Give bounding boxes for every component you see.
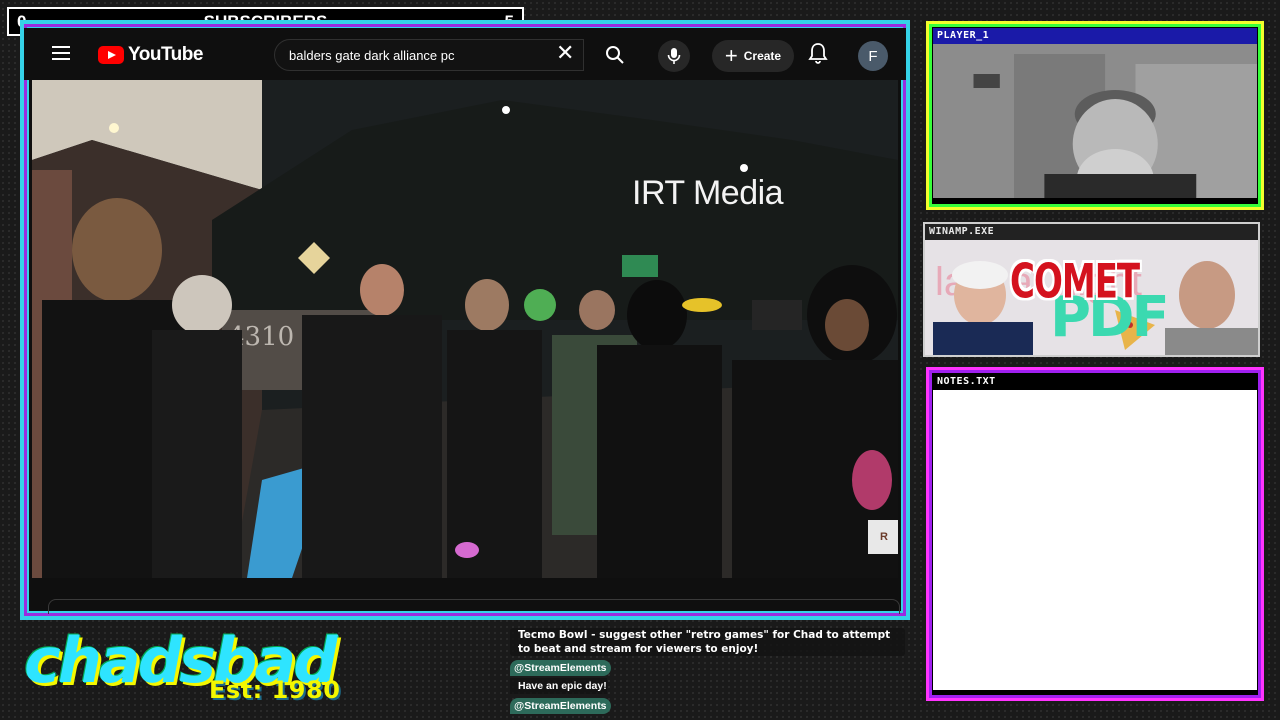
- video-watermark: IRT Media: [632, 174, 784, 212]
- voice-search-button[interactable]: [658, 40, 690, 72]
- plus-icon: +: [724, 43, 738, 68]
- avatar-letter: F: [868, 47, 878, 65]
- chat-username: @StreamElements: [510, 698, 611, 714]
- chat-username: @StreamElements: [510, 660, 611, 676]
- winamp-panel: WINAMP.EXE late at night PDF COMET: [923, 222, 1260, 357]
- youtube-logo-text: YouTube: [128, 44, 203, 65]
- webcam-image: [933, 44, 1257, 198]
- notes-panel-title: NOTES.TXT: [933, 374, 1257, 390]
- search-icon: [606, 46, 624, 64]
- create-button[interactable]: + Create: [712, 40, 794, 72]
- chat-message-text: Tecmo Bowl - suggest other "retro games"…: [510, 628, 905, 656]
- search-input[interactable]: balders gate dark alliance pc: [274, 39, 584, 71]
- youtube-header: YouTube balders gate dark alliance pc ✕ …: [24, 28, 906, 80]
- winamp-panel-title: WINAMP.EXE: [925, 224, 1258, 240]
- chat-message-text: Have an epic day!: [510, 678, 607, 694]
- brand-established: Est: 1980: [209, 676, 341, 704]
- notes-panel: NOTES.TXT: [926, 367, 1264, 701]
- microphone-icon: [667, 48, 681, 64]
- webcam-feed: [933, 44, 1257, 198]
- player-webcam-panel: PLAYER_1: [926, 21, 1264, 210]
- menu-icon[interactable]: [52, 46, 70, 60]
- youtube-play-icon: [98, 46, 124, 64]
- notifications-button[interactable]: [808, 42, 828, 69]
- create-label: Create: [743, 49, 782, 63]
- account-avatar[interactable]: F: [858, 41, 888, 71]
- notes-text-area: [933, 390, 1257, 690]
- winamp-comet-text: COMET: [1010, 254, 1140, 310]
- chat-overlay: Tecmo Bowl - suggest other "retro games"…: [510, 628, 905, 720]
- video-player[interactable]: 4310 IRT Media R: [32, 80, 898, 578]
- clear-search-icon[interactable]: ✕: [556, 42, 574, 64]
- channel-watermark-logo: R: [868, 520, 898, 554]
- browser-capture-frame: YouTube balders gate dark alliance pc ✕ …: [20, 20, 910, 620]
- winamp-visual: late at night PDF COMET: [925, 240, 1258, 355]
- video-info-panel-edge: [48, 599, 900, 614]
- channel-brand-logo: chadsbad Est: 1980: [24, 626, 364, 710]
- youtube-logo[interactable]: YouTube: [98, 44, 203, 66]
- search-button[interactable]: [598, 39, 632, 71]
- video-frame-image: 4310: [32, 80, 898, 578]
- channel-watermark-letter: R: [880, 531, 888, 543]
- search-input-value: balders gate dark alliance pc: [289, 47, 455, 63]
- player-panel-title: PLAYER_1: [933, 28, 1257, 44]
- bell-icon: [808, 43, 828, 64]
